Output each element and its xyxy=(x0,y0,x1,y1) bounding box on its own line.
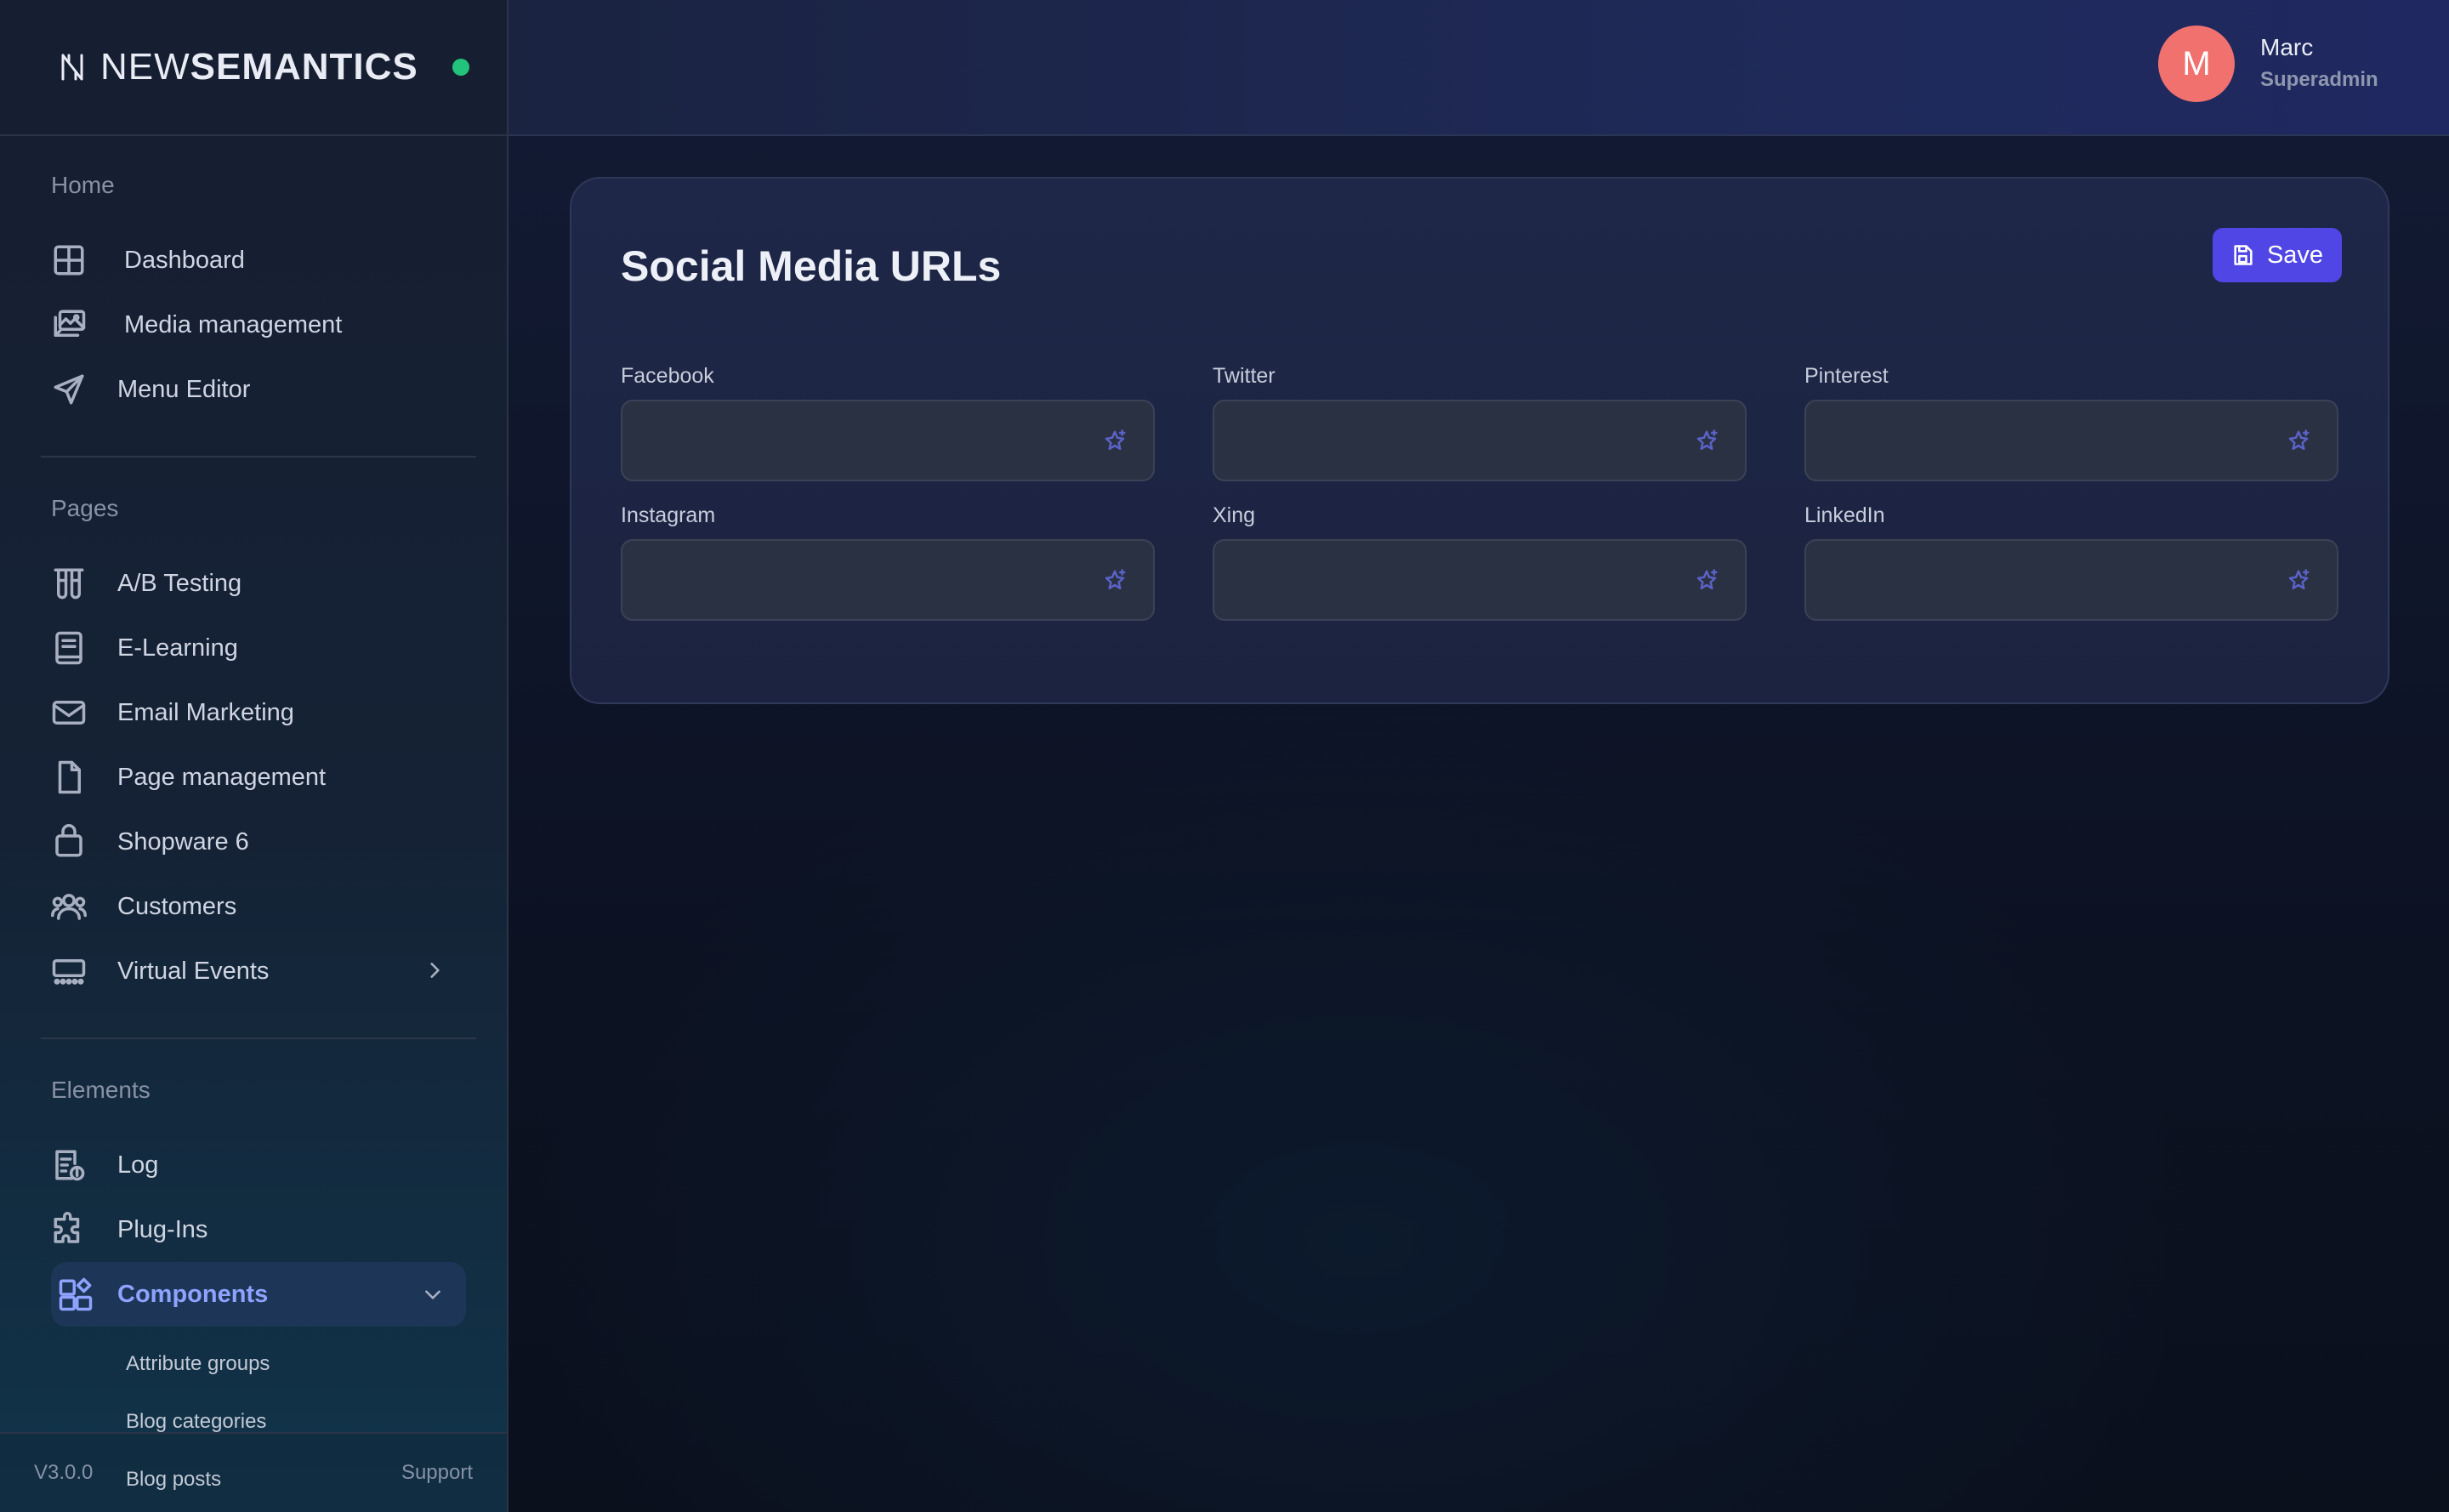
sidebar-item-label: Shopware 6 xyxy=(117,827,249,855)
test-tubes-icon xyxy=(51,566,87,601)
sidebar-item-label: Virtual Events xyxy=(117,957,270,985)
sidebar-item-label: Email Marketing xyxy=(117,698,294,726)
instagram-input[interactable] xyxy=(622,541,1153,619)
sparkle-icon xyxy=(2286,568,2311,594)
support-link[interactable]: Support xyxy=(401,1461,473,1485)
logo[interactable]: NEWSEMANTICS xyxy=(100,46,418,88)
main-content: Social Media URLs Save Facebook Twitter xyxy=(509,136,2449,1512)
images-icon xyxy=(51,307,87,343)
user-name[interactable]: Marc xyxy=(2260,34,2313,61)
user-role: Superadmin xyxy=(2260,68,2378,91)
sidebar-subitem-blog-posts[interactable]: Blog posts xyxy=(126,1468,221,1492)
pinterest-label: Pinterest xyxy=(1804,364,1889,388)
sidebar-item-virtual-events[interactable]: Virtual Events xyxy=(51,946,468,997)
sparkle-icon xyxy=(1102,568,1128,594)
section-title-pages: Pages xyxy=(51,495,119,521)
sidebar-item-label: Menu Editor xyxy=(117,375,251,403)
chevron-right-icon xyxy=(423,959,446,981)
send-icon xyxy=(51,372,87,407)
instagram-label: Instagram xyxy=(621,503,716,527)
version-label: V3.0.0 xyxy=(34,1461,94,1484)
sidebar-item-label: A/B Testing xyxy=(117,569,242,597)
sidebar-header: NEWSEMANTICS xyxy=(0,0,507,136)
sidebar-item-label: Media management xyxy=(124,310,343,338)
save-icon xyxy=(2231,243,2255,267)
sidebar-item-label: Plug-Ins xyxy=(117,1215,208,1243)
twitter-field-wrapper xyxy=(1213,400,1747,481)
sidebar-item-page-management[interactable]: Page management xyxy=(51,752,468,803)
social-media-card: Social Media URLs Save Facebook Twitter xyxy=(570,177,2389,704)
page-title: Social Media URLs xyxy=(621,242,1002,290)
sidebar-item-label: Dashboard xyxy=(124,246,245,274)
twitter-input[interactable] xyxy=(1214,401,1745,480)
sparkle-icon xyxy=(1694,568,1719,594)
sidebar-item-label: Log xyxy=(117,1151,159,1179)
twitter-label: Twitter xyxy=(1213,364,1276,388)
logo-icon xyxy=(58,50,87,84)
file-icon xyxy=(51,759,87,795)
sidebar-item-menu-editor[interactable]: Menu Editor xyxy=(51,364,468,415)
shopping-bag-icon xyxy=(51,824,87,860)
users-icon xyxy=(51,889,87,924)
avatar[interactable]: M xyxy=(2158,26,2235,102)
facebook-label: Facebook xyxy=(621,364,714,388)
linkedin-field-wrapper xyxy=(1804,539,2338,621)
facebook-input[interactable] xyxy=(622,401,1153,480)
sidebar-item-label: Customers xyxy=(117,892,237,920)
top-bar: M Marc Superadmin xyxy=(509,0,2449,136)
linkedin-label: LinkedIn xyxy=(1804,503,1885,527)
xing-label: Xing xyxy=(1213,503,1256,527)
sidebar-divider xyxy=(41,1037,476,1039)
mail-icon xyxy=(51,695,87,730)
book-icon xyxy=(51,630,87,666)
chevron-down-icon xyxy=(422,1283,444,1305)
sidebar-item-ab-testing[interactable]: A/B Testing xyxy=(51,558,468,609)
sidebar-item-label: E-Learning xyxy=(117,634,238,662)
sidebar-subitem-blog-categories[interactable]: Blog categories xyxy=(126,1410,266,1434)
puzzle-icon xyxy=(51,1212,87,1248)
sidebar-item-label: Page management xyxy=(117,763,327,791)
sidebar-item-log[interactable]: Log xyxy=(51,1140,468,1191)
logo-suffix: SEMANTICS xyxy=(190,46,418,88)
sidebar-item-email-marketing[interactable]: Email Marketing xyxy=(51,687,468,738)
sparkle-icon xyxy=(1694,429,1719,454)
sidebar-item-components[interactable]: Components xyxy=(51,1262,466,1327)
xing-input[interactable] xyxy=(1214,541,1745,619)
sidebar-item-plug-ins[interactable]: Plug-Ins xyxy=(51,1204,468,1255)
sidebar-item-customers[interactable]: Customers xyxy=(51,881,468,932)
xing-field-wrapper xyxy=(1213,539,1747,621)
instagram-field-wrapper xyxy=(621,539,1155,621)
save-button-label: Save xyxy=(2266,241,2324,269)
sparkle-icon xyxy=(1102,429,1128,454)
pinterest-input[interactable] xyxy=(1806,401,2337,480)
sidebar-subitem-attribute-groups[interactable]: Attribute groups xyxy=(126,1352,270,1376)
logo-prefix: NEW xyxy=(100,46,190,88)
presentation-icon xyxy=(51,953,87,989)
sparkle-icon xyxy=(2286,429,2311,454)
section-title-elements: Elements xyxy=(51,1077,151,1103)
sidebar-divider xyxy=(41,456,476,458)
grid-icon xyxy=(51,242,87,278)
save-button[interactable]: Save xyxy=(2213,228,2342,282)
pinterest-field-wrapper xyxy=(1804,400,2338,481)
sidebar-item-dashboard[interactable]: Dashboard xyxy=(51,235,468,286)
components-icon xyxy=(58,1276,94,1312)
sidebar-footer: V3.0.0 Support xyxy=(0,1432,507,1512)
section-title-home: Home xyxy=(51,172,115,198)
sidebar-item-shopware-6[interactable]: Shopware 6 xyxy=(51,816,468,867)
linkedin-input[interactable] xyxy=(1806,541,2337,619)
sidebar-item-media-management[interactable]: Media management xyxy=(51,299,468,350)
sidebar: NEWSEMANTICS Home Dashboard Media manage… xyxy=(0,0,509,1512)
sidebar-item-label: Components xyxy=(117,1280,269,1308)
status-indicator xyxy=(452,59,469,76)
app: NEWSEMANTICS Home Dashboard Media manage… xyxy=(0,0,2449,1512)
file-info-icon xyxy=(51,1147,87,1183)
sidebar-item-e-learning[interactable]: E-Learning xyxy=(51,622,468,674)
facebook-field-wrapper xyxy=(621,400,1155,481)
